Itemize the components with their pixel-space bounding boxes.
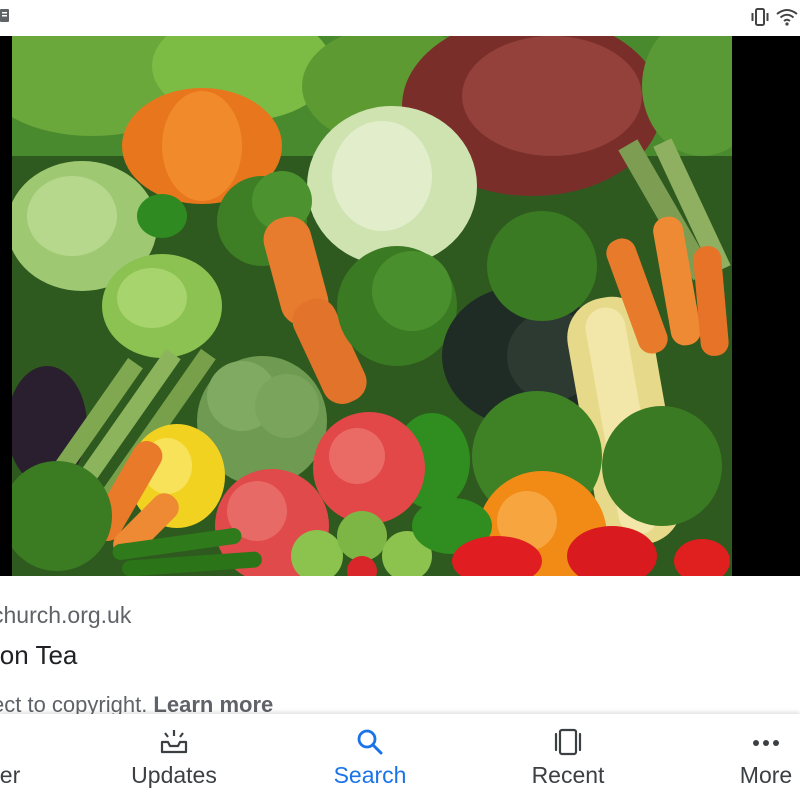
- image-viewer[interactable]: [0, 36, 800, 576]
- nav-updates-label: Updates: [131, 762, 217, 788]
- recent-icon: [554, 728, 582, 756]
- bottom-navigation: er Updates Search Recent More: [0, 714, 800, 800]
- updates-icon: [160, 730, 188, 754]
- nav-recent[interactable]: Recent: [518, 714, 618, 800]
- vibrate-icon: [751, 8, 769, 26]
- search-icon: [357, 729, 383, 755]
- notification-icon: [0, 9, 9, 22]
- nav-search[interactable]: Search: [320, 714, 420, 800]
- more-icon: [753, 740, 779, 746]
- result-title[interactable]: ion Tea: [0, 640, 77, 671]
- nav-discover-label: er: [0, 762, 21, 788]
- wifi-icon: [776, 9, 798, 26]
- nav-more[interactable]: More: [724, 714, 800, 800]
- nav-discover[interactable]: er: [0, 714, 50, 800]
- nav-more-label: More: [739, 762, 793, 788]
- status-bar: [0, 0, 800, 36]
- nav-search-label: Search: [333, 762, 407, 788]
- status-icons: [750, 8, 798, 26]
- nav-recent-label: Recent: [531, 762, 605, 788]
- nav-updates[interactable]: Updates: [124, 714, 224, 800]
- vegetables-image[interactable]: [12, 36, 732, 576]
- result-info: church.org.uk ion Tea ect to copyright. …: [0, 576, 800, 717]
- source-domain[interactable]: church.org.uk: [0, 602, 131, 629]
